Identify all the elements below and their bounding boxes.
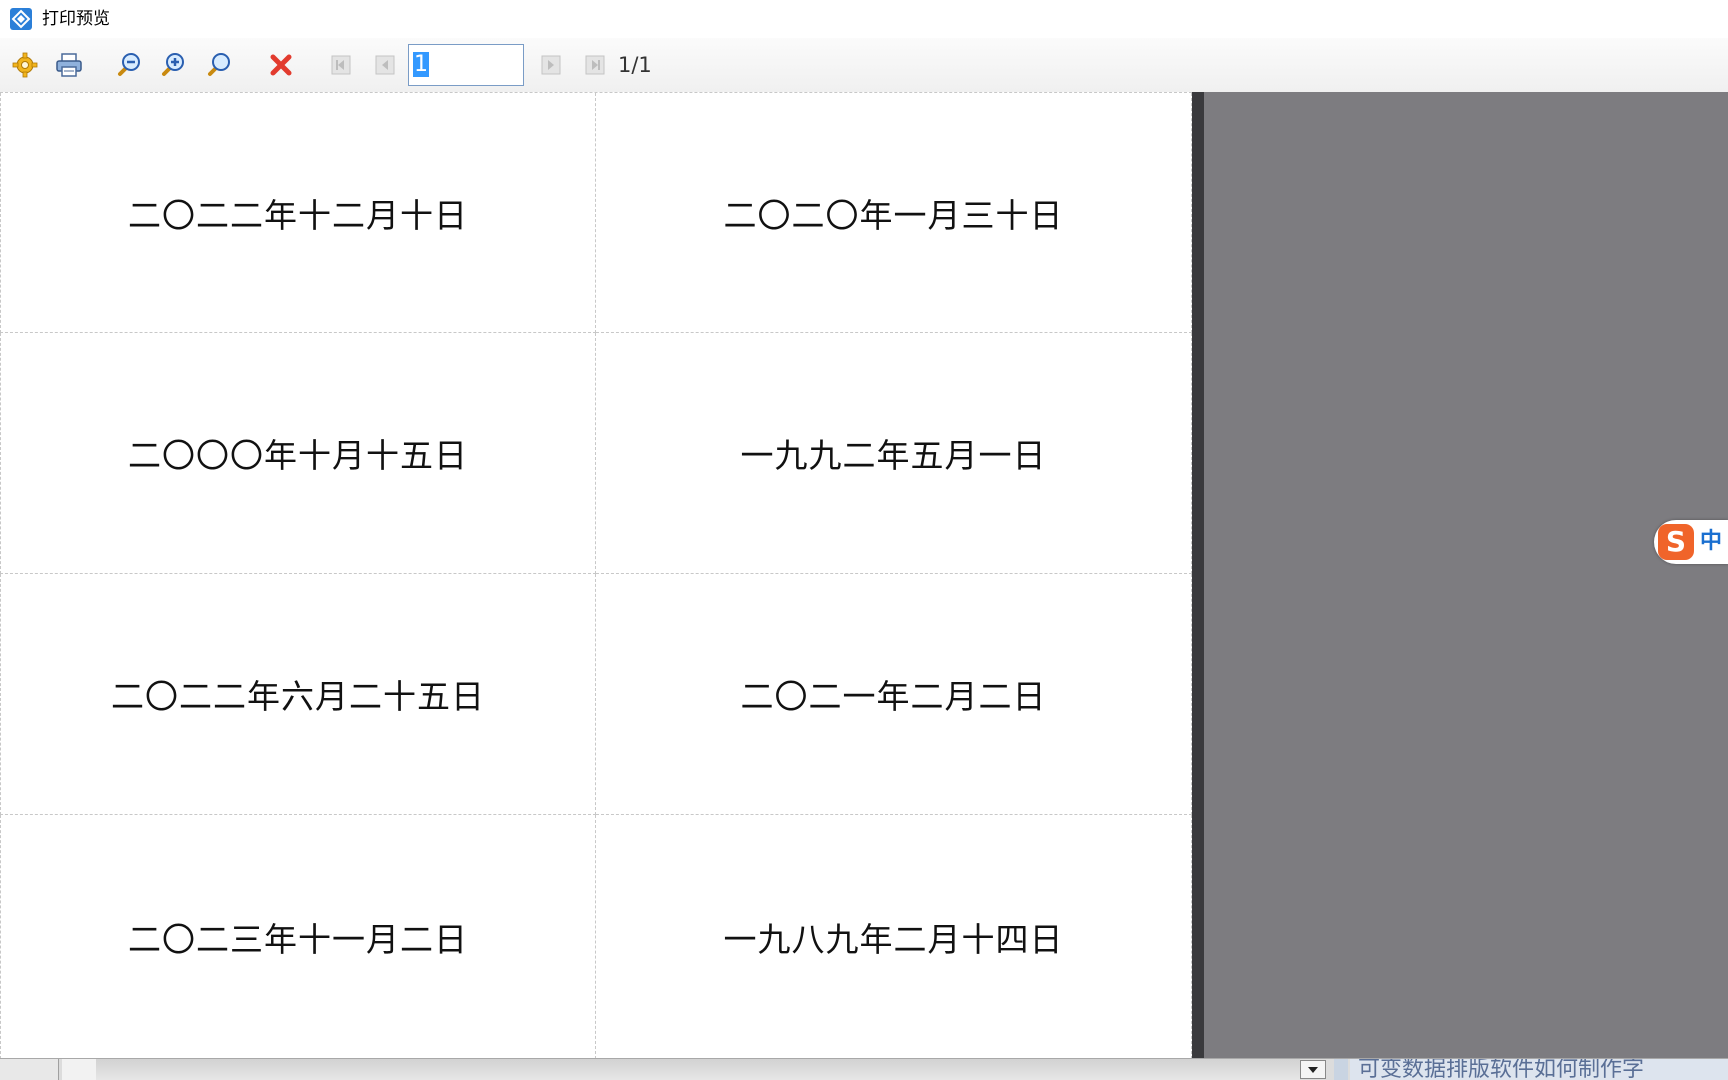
label-cell: 二〇二〇年一月三十日 <box>596 93 1192 333</box>
label-cell: 二〇二三年十一月二日 <box>0 815 596 1059</box>
next-page-icon[interactable] <box>534 48 568 82</box>
print-icon[interactable] <box>52 48 86 82</box>
first-page-icon[interactable] <box>324 48 358 82</box>
ime-status-badge[interactable]: S 中 <box>1654 520 1728 564</box>
page-edge-shadow <box>1192 92 1204 1058</box>
label-cell: 一九八九年二月十四日 <box>596 815 1192 1059</box>
title-bar: 打印预览 <box>0 0 1728 38</box>
background-window-strip: 可变数据排版软件如何制作字 <box>1350 1059 1728 1080</box>
label-cell: 一九九二年五月一日 <box>596 333 1192 574</box>
last-page-icon[interactable] <box>578 48 612 82</box>
settings-gear-icon[interactable] <box>8 48 42 82</box>
label-cell: 二〇〇〇年十月十五日 <box>0 333 596 574</box>
page-count: 1/1 <box>618 53 652 77</box>
window-title: 打印预览 <box>42 9 110 29</box>
label-cell: 二〇二二年十二月十日 <box>0 93 596 333</box>
label-cell: 二〇二二年六月二十五日 <box>0 574 596 815</box>
page-number-input[interactable]: 1 <box>408 44 524 86</box>
bottom-divider <box>1334 1059 1348 1080</box>
background-window-title: 可变数据排版软件如何制作字 <box>1358 1059 1645 1080</box>
zoom-in-icon[interactable] <box>156 48 190 82</box>
bottom-segment <box>0 1059 59 1080</box>
label-cell: 二〇二一年二月二日 <box>596 574 1192 815</box>
bottom-segment <box>62 1059 97 1080</box>
zoom-fit-icon[interactable] <box>202 48 236 82</box>
toolbar: 1 1/1 <box>0 38 1728 92</box>
preview-page: 二〇二二年十二月十日 二〇二〇年一月三十日 二〇〇〇年十月十五日 一九九二年五月… <box>0 92 1192 1059</box>
prev-page-icon[interactable] <box>368 48 402 82</box>
ime-mode-label: 中 <box>1700 529 1723 554</box>
close-icon[interactable] <box>264 48 298 82</box>
horizontal-scrollbar[interactable] <box>96 1059 1300 1080</box>
app-logo-icon <box>10 8 32 30</box>
ime-logo-icon: S <box>1658 524 1694 560</box>
label-grid: 二〇二二年十二月十日 二〇二〇年一月三十日 二〇〇〇年十月十五日 一九九二年五月… <box>0 93 1192 1059</box>
dropdown-arrow-icon[interactable] <box>1300 1060 1326 1079</box>
bottom-bar: 可变数据排版软件如何制作字 <box>0 1058 1728 1080</box>
zoom-out-icon[interactable] <box>112 48 146 82</box>
page-number-value: 1 <box>413 52 429 77</box>
preview-area[interactable]: 二〇二二年十二月十日 二〇二〇年一月三十日 二〇〇〇年十月十五日 一九九二年五月… <box>0 92 1728 1059</box>
